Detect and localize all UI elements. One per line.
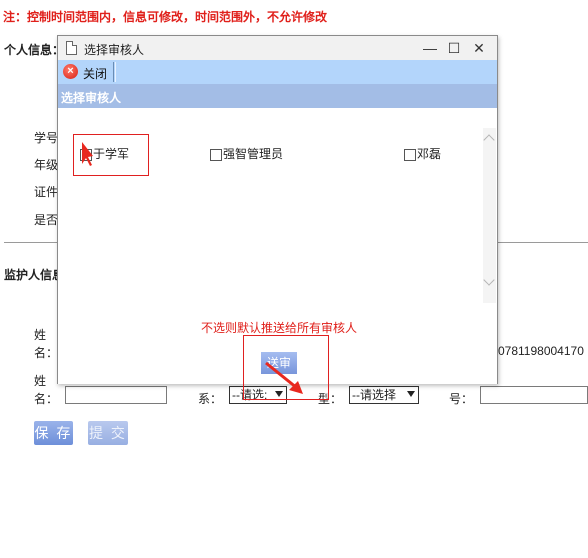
field-label-grade: 年级 — [34, 158, 59, 172]
dialog-toolbar: × 关闭 — [58, 60, 497, 84]
field-label-whether: 是否 — [34, 213, 59, 227]
number-label: 号： — [449, 392, 474, 406]
dialog-title: 选择审核人 — [84, 43, 145, 57]
guardian2-name-label-top: 姓 — [34, 374, 47, 388]
guardian-id-value: 0781198004170 — [498, 344, 584, 358]
reviewer-dialog: 选择审核人 — ☐ ✕ × 关闭 选择审核人 于学军 强智管理员 邓磊 不选则默… — [57, 35, 498, 400]
reviewer-option-3[interactable]: 邓磊 — [404, 145, 441, 162]
reviewer-checkbox-3[interactable] — [404, 148, 416, 161]
type-select-value: --请选择 — [352, 388, 396, 402]
scroll-down-icon[interactable] — [483, 274, 495, 286]
reviewer-name-3: 邓磊 — [417, 147, 442, 161]
toolbar-divider-highlight — [115, 62, 116, 82]
guardian-info-heading: 监护人信息 — [4, 268, 65, 282]
type-select[interactable]: --请选择 — [349, 386, 419, 404]
maximize-button[interactable]: ☐ — [443, 39, 465, 57]
reviewer-checkbox-2[interactable] — [210, 148, 222, 161]
guardian-name-label-bottom: 名： — [34, 346, 59, 360]
relation-label: 系： — [198, 392, 223, 406]
guardian2-name-input[interactable] — [65, 386, 167, 404]
dialog-content: 于学军 强智管理员 邓磊 不选则默认推送给所有审核人 送审 — [58, 108, 497, 400]
page-icon — [66, 41, 77, 55]
field-label-student-no: 学号 — [34, 131, 59, 145]
notice-text: 注：控制时间范围内，信息可修改，时间范围外，不允许修改 — [3, 10, 328, 24]
field-label-id-card: 证件 — [34, 185, 59, 199]
dialog-header: 选择审核人 — [61, 91, 122, 105]
reviewer-option-2[interactable]: 强智管理员 — [210, 145, 283, 162]
scroll-up-icon[interactable] — [483, 134, 495, 146]
content-scrollbar[interactable] — [483, 128, 496, 303]
dialog-header-bar: 选择审核人 — [58, 84, 497, 108]
annotation-arrow-icon — [82, 142, 93, 166]
dialog-titlebar: 选择审核人 — ☐ ✕ — [58, 36, 497, 60]
close-icon[interactable]: × — [63, 64, 78, 79]
number-input[interactable] — [480, 386, 588, 404]
close-button[interactable]: 关闭 — [83, 65, 107, 82]
personal-info-heading: 个人信息： — [4, 43, 65, 57]
reviewer-hint: 不选则默认推送给所有审核人 — [201, 321, 358, 335]
annotation-arrow-icon — [265, 361, 303, 394]
reviewer-name-2: 强智管理员 — [223, 147, 284, 161]
chevron-down-icon — [407, 391, 415, 397]
save-button[interactable]: 保 存 — [34, 421, 73, 445]
minimize-button[interactable]: — — [419, 39, 441, 57]
guardian-name-label-top: 姓 — [34, 328, 47, 342]
submit-button[interactable]: 提 交 — [88, 421, 128, 445]
toolbar-divider — [113, 62, 114, 82]
window-close-button[interactable]: ✕ — [468, 39, 490, 57]
guardian2-name-label-bottom: 名： — [34, 392, 59, 406]
